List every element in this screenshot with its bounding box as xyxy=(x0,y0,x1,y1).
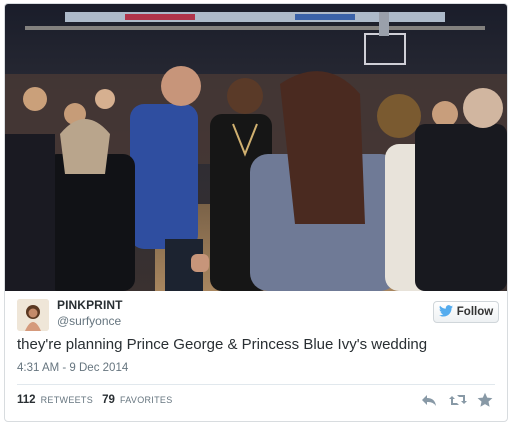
tweet-stats: 112 RETWEETS 79 FAVORITES xyxy=(17,394,179,406)
retweet-icon[interactable] xyxy=(449,392,467,408)
retweets-label[interactable]: RETWEETS xyxy=(41,395,93,405)
favorites-label[interactable]: FAVORITES xyxy=(120,395,173,405)
avatar[interactable] xyxy=(17,299,49,331)
display-name[interactable]: PINKPRINT xyxy=(57,298,123,312)
tweet-photo[interactable] xyxy=(5,4,507,291)
tweet-actions xyxy=(421,392,493,408)
retweets-count[interactable]: 112 xyxy=(17,394,36,406)
user-handle[interactable]: @surfyonce xyxy=(57,314,121,328)
follow-button[interactable]: Follow xyxy=(433,301,499,323)
twitter-bird-icon xyxy=(438,304,453,320)
follow-label: Follow xyxy=(456,306,494,318)
reply-icon[interactable] xyxy=(421,392,437,408)
favorites-count[interactable]: 79 xyxy=(102,394,115,406)
tweet-header: PINKPRINT @surfyonce Follow xyxy=(17,297,499,333)
tweet-timestamp[interactable]: 4:31 AM - 9 Dec 2014 xyxy=(17,362,128,374)
tweet-text: they're planning Prince George & Princes… xyxy=(17,336,428,353)
tweet-card: PINKPRINT @surfyonce Follow they're plan… xyxy=(4,3,508,422)
divider xyxy=(17,384,495,385)
star-icon[interactable] xyxy=(477,392,493,408)
